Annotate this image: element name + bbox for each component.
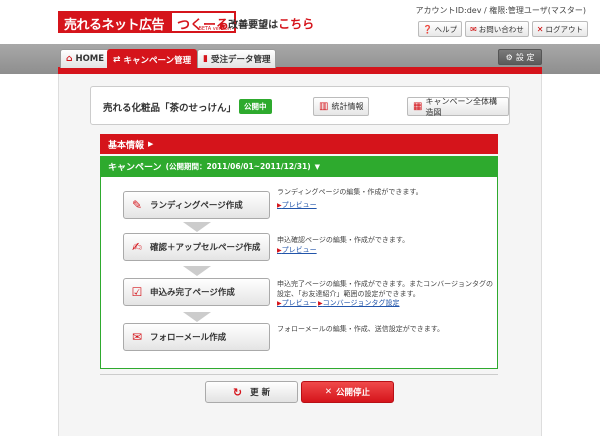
preview-link[interactable]: ▶プレビュー	[277, 245, 317, 255]
app-header: 売れるネット広告 つくーる BETA version ▶ 改善要望はこちら アカウン…	[0, 0, 600, 44]
stop-publish-button[interactable]: ✕ 公開停止	[301, 381, 394, 403]
campaign-section-header[interactable]: キャンペーン (公開期間：2011/06/01~2011/12/31) ▼	[100, 156, 498, 177]
app-logo[interactable]: 売れるネット広告 つくーる BETA version	[58, 11, 237, 33]
overview-button[interactable]: ▦ キャンペーン全体構造図	[407, 97, 509, 117]
campaign-title: 売れる化粧品「茶のせっけん」	[103, 103, 237, 114]
campaign-period: (公開期間：2011/06/01~2011/12/31)	[165, 162, 311, 171]
basic-info-header[interactable]: 基本情報 ▶	[100, 134, 498, 154]
grid-icon: ▦	[413, 101, 423, 112]
refresh-icon: ↻	[232, 385, 243, 399]
follow-mail-button[interactable]: ✉ フォローメール作成	[123, 323, 270, 351]
gear-icon: ⚙	[505, 52, 513, 62]
stats-button[interactable]: ▥ 統計情報	[313, 97, 370, 116]
campaign-label: キャンペーン	[108, 163, 162, 173]
pencil-icon: ✎	[131, 198, 143, 212]
campaign-card: 売れる化粧品「茶のせっけん」 公開中 ▥ 統計情報 ▦ キャンペーン全体構造図	[90, 86, 510, 125]
status-badge: 公開中	[239, 99, 272, 114]
mail-icon: ✉	[131, 330, 143, 344]
tab-orders[interactable]: ▮ 受注データ管理	[197, 49, 277, 68]
tab-home[interactable]: ⌂ HOME	[60, 49, 111, 68]
step-description: フォローメールの編集・作成、送信設定ができます。	[277, 325, 445, 333]
close-icon: ✕	[536, 24, 544, 34]
chevron-down-icon: ▼	[314, 162, 321, 171]
tab-campaign[interactable]: ⇄ キャンペーン管理	[107, 49, 198, 69]
confirm-upsell-button[interactable]: ✍ 確認＋アップセルページ作成	[123, 233, 270, 261]
update-button[interactable]: ↻ 更 新	[205, 381, 298, 403]
divider	[100, 374, 498, 375]
account-info: アカウントID:dev / 権限:管理ユーザ(マスター)	[415, 6, 586, 15]
settings-button[interactable]: ⚙ 設 定	[498, 49, 542, 65]
help-button[interactable]: ❓ ヘルプ	[417, 21, 463, 37]
mail-icon: ✉	[470, 24, 477, 34]
preview-link[interactable]: ▶プレビュー	[277, 298, 317, 308]
refresh-icon: ⇄	[113, 54, 121, 65]
conversion-tag-link[interactable]: ▶コンバージョンタグ設定	[318, 298, 400, 308]
help-icon: ❓	[422, 24, 433, 34]
logout-button[interactable]: ✕ ログアウト	[531, 21, 588, 37]
step-description: ランディングページの編集・作成ができます。	[277, 188, 423, 196]
close-icon: ✕	[324, 387, 333, 397]
document-icon: ▮	[203, 54, 208, 64]
arrow-right-icon: ▶	[220, 21, 227, 30]
home-icon: ⌂	[66, 54, 73, 64]
feedback-link[interactable]: ▶ 改善要望はこちら	[220, 15, 314, 32]
logo-main-text: 売れるネット広告	[58, 11, 171, 33]
step-description: 申込完了ページの編集・作成ができます。またコンバージョンタグの設定、「お友達紹介…	[277, 280, 494, 298]
chart-icon: ▥	[319, 101, 329, 112]
edit-icon: ✍	[131, 240, 143, 254]
arrow-down-icon	[183, 222, 211, 232]
landing-page-button[interactable]: ✎ ランディングページ作成	[123, 191, 270, 219]
step-description: 申込確認ページの編集・作成ができます。	[277, 236, 410, 244]
preview-link[interactable]: ▶プレビュー	[277, 200, 317, 210]
complete-page-button[interactable]: ☑ 申込み完了ページ作成	[123, 278, 270, 306]
arrow-down-icon	[183, 266, 211, 276]
arrow-down-icon	[183, 312, 211, 322]
feedback-link-text[interactable]: こちら	[278, 17, 314, 31]
checkbox-icon: ☑	[131, 285, 143, 299]
contact-button[interactable]: ✉ お問い合わせ	[465, 21, 529, 37]
chevron-right-icon: ▶	[148, 140, 154, 148]
